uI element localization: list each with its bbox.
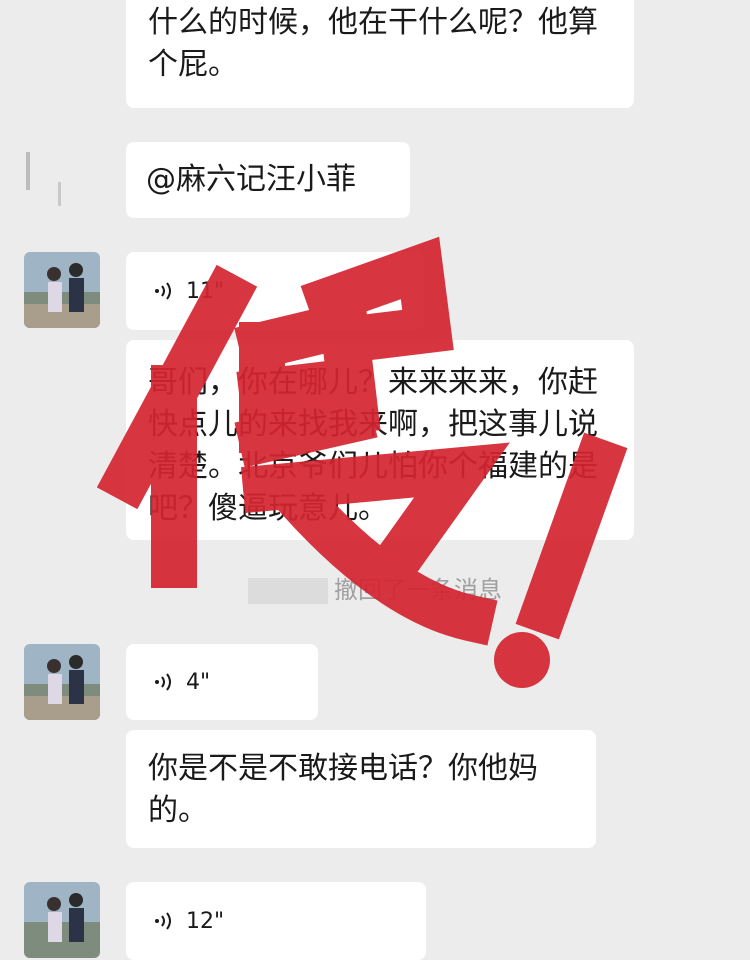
avatar-image xyxy=(24,142,84,218)
avatar-image xyxy=(24,252,100,328)
avatar-image xyxy=(24,644,100,720)
voice-message[interactable]: 4" xyxy=(126,644,318,720)
voice-duration: 11" xyxy=(186,278,225,304)
blurred-name xyxy=(248,578,328,604)
system-notice: 撤回了一条消息 xyxy=(0,570,750,605)
avatar[interactable] xyxy=(24,644,100,720)
voice-duration: 4" xyxy=(186,669,211,695)
voice-message[interactable]: 11" xyxy=(126,252,424,330)
message-bubble[interactable]: @麻六记汪小菲 xyxy=(126,142,410,218)
system-notice-text: 撤回了一条消息 xyxy=(334,576,502,604)
avatar[interactable] xyxy=(24,142,84,218)
message-bubble[interactable]: 你是不是不敢接电话？你他妈的。 xyxy=(126,730,596,848)
message-text: 你是不是不敢接电话？你他妈的。 xyxy=(148,751,538,828)
voice-message[interactable]: 12" xyxy=(126,882,426,960)
voice-wave-icon xyxy=(155,912,171,930)
message-bubble[interactable]: 哥们，你在哪儿？来来来来，你赶快点儿的来找我来啊，把这事儿说清楚。北京爷们儿怕你… xyxy=(126,340,634,540)
avatar-image xyxy=(24,882,100,958)
message-text: @麻六记汪小菲 xyxy=(146,162,356,197)
message-bubble[interactable]: 什么的时候，他在干什么呢？他算个屁。 xyxy=(126,0,634,108)
avatar[interactable] xyxy=(24,252,100,328)
avatar[interactable] xyxy=(24,882,100,958)
voice-duration: 12" xyxy=(186,908,225,934)
voice-wave-icon xyxy=(155,282,171,300)
message-text: 哥们，你在哪儿？来来来来，你赶快点儿的来找我来啊，把这事儿说清楚。北京爷们儿怕你… xyxy=(148,365,598,526)
voice-wave-icon xyxy=(155,673,171,691)
message-text: 什么的时候，他在干什么呢？他算个屁。 xyxy=(148,5,598,82)
